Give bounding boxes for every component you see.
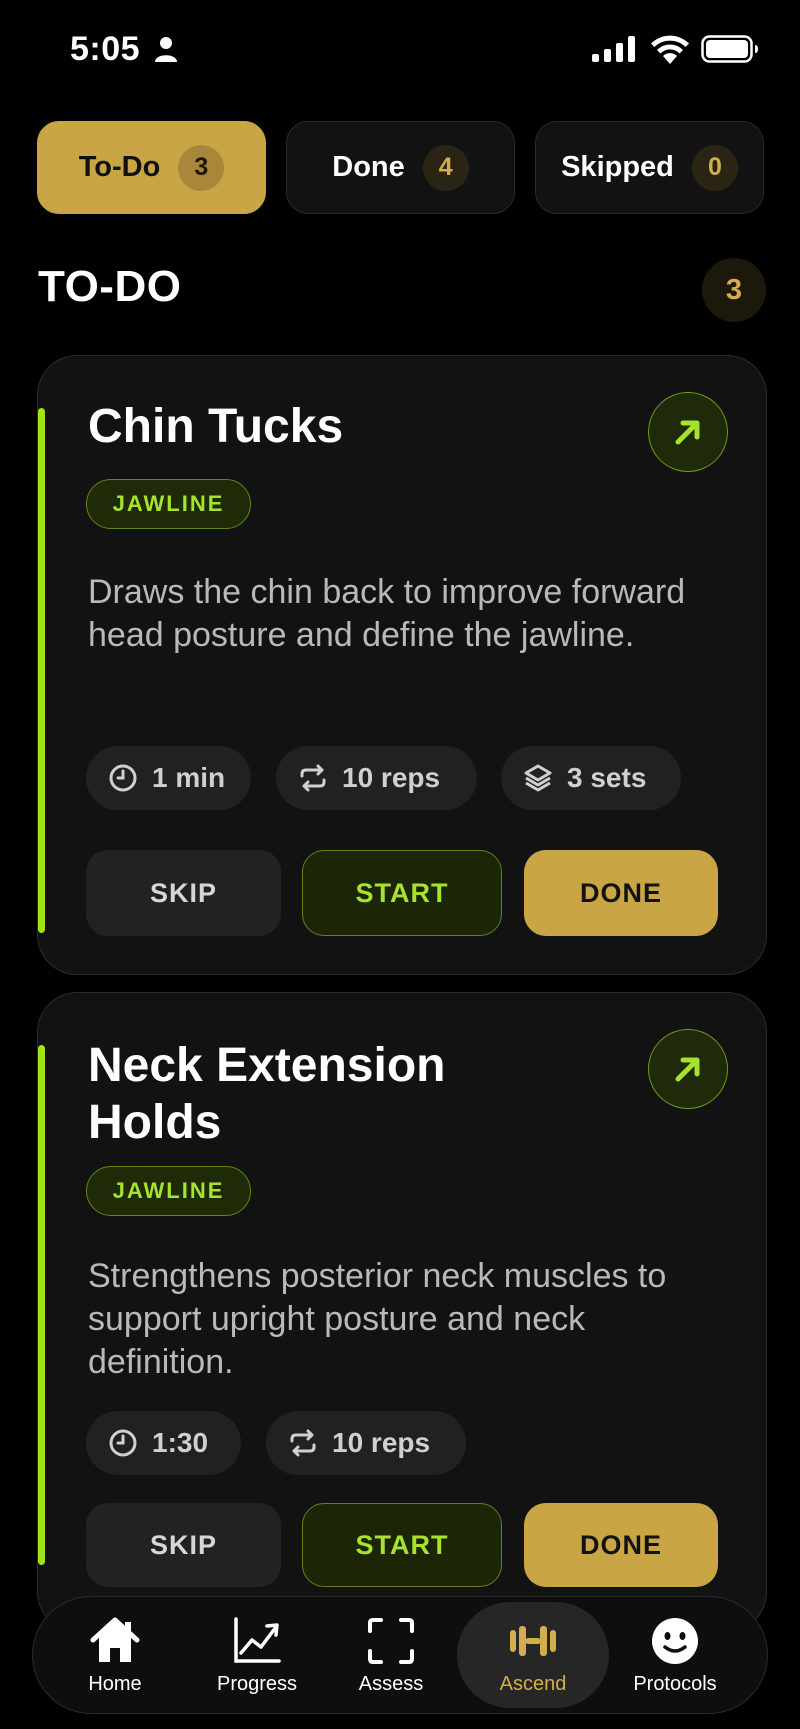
- done-button[interactable]: DONE: [524, 1503, 718, 1587]
- arrow-up-right-icon: [675, 1057, 700, 1082]
- section-count-badge: 3: [702, 258, 766, 322]
- tab-todo-label: To-Do: [78, 151, 161, 183]
- status-bar: 5:05: [0, 0, 800, 100]
- exercise-card-neck-extension-holds: Neck Extension Holds JAWLINE Strengthens…: [37, 992, 767, 1632]
- nav-item-protocols[interactable]: Protocols: [605, 1597, 745, 1713]
- arrow-up-right-icon: [675, 420, 700, 445]
- tab-done-label: Done: [332, 151, 405, 183]
- tab-skipped-count: 0: [691, 144, 738, 191]
- reps-pill: 10 reps: [266, 1411, 466, 1475]
- duration-label: 1:30: [152, 1427, 209, 1458]
- nav-label-home: Home: [88, 1672, 142, 1695]
- open-exercise-button[interactable]: [648, 1029, 728, 1109]
- chart-icon: [234, 1616, 281, 1663]
- duration-label: 1 min: [152, 762, 226, 793]
- signal-icon: [592, 36, 635, 62]
- nav-label-progress: Progress: [216, 1672, 298, 1695]
- nav-item-home[interactable]: Home: [45, 1597, 185, 1713]
- nav-label-protocols: Protocols: [633, 1672, 717, 1695]
- duration-pill: 1 min: [86, 746, 251, 810]
- reps-label: 10 reps: [342, 762, 441, 793]
- nav-item-progress[interactable]: Progress: [187, 1597, 327, 1713]
- clock-icon: [109, 1429, 137, 1457]
- tab-skipped-label: Skipped: [561, 151, 674, 183]
- reps-label: 10 reps: [332, 1427, 431, 1458]
- dumbbell-icon: [510, 1625, 556, 1656]
- skip-button[interactable]: SKIP: [86, 1503, 281, 1587]
- bottom-nav-bar: Home Progress Assess Ascend Protocols: [32, 1596, 768, 1714]
- repeat-icon: [290, 1429, 316, 1457]
- smiley-icon: [652, 1617, 698, 1664]
- tab-done[interactable]: Done 4: [286, 121, 515, 214]
- wifi-icon: [651, 35, 689, 64]
- person-icon: [155, 37, 177, 62]
- tab-todo-count: 3: [178, 144, 225, 191]
- tab-skipped[interactable]: Skipped 0: [535, 121, 764, 214]
- exercise-description: Strengthens posterior neck muscles to su…: [88, 1257, 667, 1381]
- layers-icon: [524, 764, 552, 792]
- tab-todo[interactable]: To-Do 3: [37, 121, 266, 214]
- duration-pill: 1:30: [86, 1411, 241, 1475]
- done-button[interactable]: DONE: [524, 850, 718, 936]
- exercise-title: Chin Tucks: [88, 400, 344, 453]
- sets-label: 3 sets: [567, 762, 647, 793]
- repeat-icon: [300, 764, 326, 792]
- section-title: TO-DO: [38, 262, 182, 311]
- category-tag: JAWLINE: [86, 1166, 251, 1216]
- sets-pill: 3 sets: [501, 746, 681, 810]
- exercise-description: Draws the chin back to improve forward h…: [88, 573, 686, 654]
- skip-button[interactable]: SKIP: [86, 850, 281, 936]
- open-exercise-button[interactable]: [648, 392, 728, 472]
- battery-icon: [701, 35, 758, 63]
- start-button[interactable]: START: [302, 850, 502, 936]
- clock-icon: [109, 764, 137, 792]
- scan-icon: [368, 1617, 414, 1664]
- home-icon: [90, 1617, 140, 1662]
- category-tag: JAWLINE: [86, 479, 251, 529]
- reps-pill: 10 reps: [276, 746, 477, 810]
- exercise-card-chin-tucks: Chin Tucks JAWLINE Draws the chin back t…: [37, 355, 767, 975]
- card-accent-bar: [38, 1045, 45, 1565]
- card-accent-bar: [38, 408, 45, 933]
- exercise-title: Neck Extension Holds: [88, 1039, 446, 1149]
- nav-item-assess[interactable]: Assess: [321, 1597, 461, 1713]
- start-button[interactable]: START: [302, 1503, 502, 1587]
- tab-done-count: 4: [422, 144, 469, 191]
- nav-label-assess: Assess: [358, 1672, 424, 1695]
- nav-label-ascend: Ascend: [499, 1672, 567, 1695]
- status-time: 5:05: [70, 30, 141, 68]
- nav-item-ascend[interactable]: Ascend: [457, 1602, 609, 1708]
